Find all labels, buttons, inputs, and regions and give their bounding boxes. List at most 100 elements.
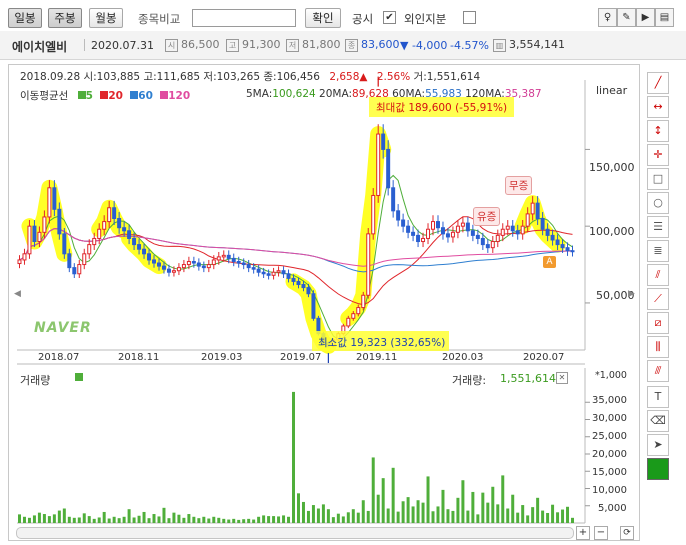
volume-bar: [441, 489, 445, 523]
volume-bar: [52, 514, 56, 523]
candle-body: [535, 202, 540, 220]
candle-body: [411, 231, 416, 236]
reset-icon[interactable]: ⟳: [620, 526, 634, 540]
candle-body: [565, 247, 570, 252]
candle-body: [475, 234, 480, 239]
volume-bar: [556, 512, 560, 523]
candle-body: [236, 260, 241, 264]
volume-bar: [571, 517, 575, 523]
candle-body: [416, 234, 421, 243]
volume-panel-swatch: [75, 373, 83, 381]
candle-body: [211, 259, 216, 266]
volume-bar: [346, 512, 350, 523]
vertical-line-tool-icon[interactable]: ↕: [647, 120, 669, 142]
rectangle-tool-icon[interactable]: □: [647, 168, 669, 190]
candle-body: [32, 225, 37, 243]
candle-body: [156, 262, 161, 267]
vol-tick-35000: 35,000: [592, 395, 627, 406]
circle-tool-icon[interactable]: ○: [647, 192, 669, 214]
fibonacci-tool-icon[interactable]: ☰: [647, 216, 669, 238]
volume-bar: [551, 504, 555, 523]
volume-bar: [536, 497, 540, 523]
volume-bar: [97, 517, 101, 523]
volume-bar: [411, 506, 415, 523]
candle-body: [37, 231, 42, 243]
zoom-in-icon[interactable]: +: [576, 526, 590, 540]
candle-body: [396, 210, 401, 221]
candle-body: [161, 265, 166, 270]
volume-bar: [311, 505, 315, 523]
candle-body: [137, 244, 142, 250]
candle-body: [525, 213, 530, 227]
eraser-tool-icon[interactable]: ⌫: [647, 410, 669, 432]
candle-body: [27, 225, 32, 255]
candle-body: [246, 264, 251, 269]
volume-bar: [277, 516, 281, 523]
volume-bar: [456, 497, 460, 523]
scroll-right-icon[interactable]: ▶: [628, 289, 635, 299]
candle-body: [201, 265, 206, 269]
volume-bar: [27, 517, 31, 523]
volume-bar: [192, 516, 196, 523]
candle-body: [515, 230, 520, 235]
volume-unit: *1,000: [595, 370, 627, 381]
candle-body: [226, 254, 231, 259]
volume-bar: [92, 518, 96, 523]
volume-bar: [172, 512, 176, 523]
volume-bar: [187, 514, 191, 523]
horizontal-line-tool-icon[interactable]: ↔: [647, 96, 669, 118]
volume-bar: [416, 500, 420, 523]
volume-bar: [162, 507, 166, 523]
volume-bar: [152, 514, 156, 523]
candle-body: [361, 294, 366, 309]
candle-body: [421, 237, 426, 243]
volume-bar: [292, 391, 296, 523]
volume-bar: [446, 509, 450, 523]
gann-tool-icon[interactable]: ⧄: [647, 312, 669, 334]
candle-body: [406, 225, 411, 233]
volume-bar: [351, 509, 355, 523]
candle-body: [540, 218, 545, 230]
text-tool-icon[interactable]: T: [647, 386, 669, 408]
candle-body: [67, 253, 72, 269]
volume-bar: [202, 516, 206, 523]
candle-body: [191, 260, 196, 264]
candle-body: [72, 267, 77, 275]
volume-bar: [476, 514, 480, 523]
volume-bar: [67, 516, 71, 523]
volume-bar: [77, 517, 81, 523]
candle-body: [376, 133, 381, 196]
candle-body: [560, 244, 565, 249]
volume-bar: [137, 515, 141, 523]
volume-bar: [72, 517, 76, 523]
fan-tool-icon[interactable]: ≣: [647, 240, 669, 262]
volume-bar: [217, 517, 221, 523]
volume-bar: [212, 516, 216, 523]
channel-tool-icon[interactable]: ⫽: [647, 264, 669, 286]
andrews-tool-icon[interactable]: ⫼: [647, 336, 669, 358]
candle-body: [570, 250, 575, 253]
price-chart[interactable]: [0, 0, 686, 545]
color-picker-icon[interactable]: [647, 458, 669, 480]
parallel-tool-icon[interactable]: ⫻: [647, 360, 669, 382]
candle-body: [17, 259, 22, 265]
candle-body: [351, 313, 356, 319]
trendline-tool-icon[interactable]: ╱: [647, 72, 669, 94]
horizontal-scrollbar[interactable]: [16, 527, 574, 539]
volume-bar: [521, 505, 525, 523]
volume-bar: [316, 508, 320, 523]
candle-body: [142, 248, 147, 255]
crosshair-tool-icon[interactable]: ✛: [647, 144, 669, 166]
volume-bar: [336, 513, 340, 523]
volume-bar: [287, 516, 291, 523]
zoom-out-icon[interactable]: −: [594, 526, 608, 540]
candle-body: [450, 231, 455, 238]
arc-tool-icon[interactable]: ⟋: [647, 288, 669, 310]
close-volume-icon[interactable]: ✕: [556, 372, 568, 384]
volume-bar: [326, 509, 330, 523]
candle-body: [440, 227, 445, 235]
candle-body: [455, 225, 460, 233]
candle-body: [306, 287, 311, 295]
pointer-tool-icon[interactable]: ➤: [647, 434, 669, 456]
scroll-left-icon[interactable]: ◀: [14, 289, 21, 299]
